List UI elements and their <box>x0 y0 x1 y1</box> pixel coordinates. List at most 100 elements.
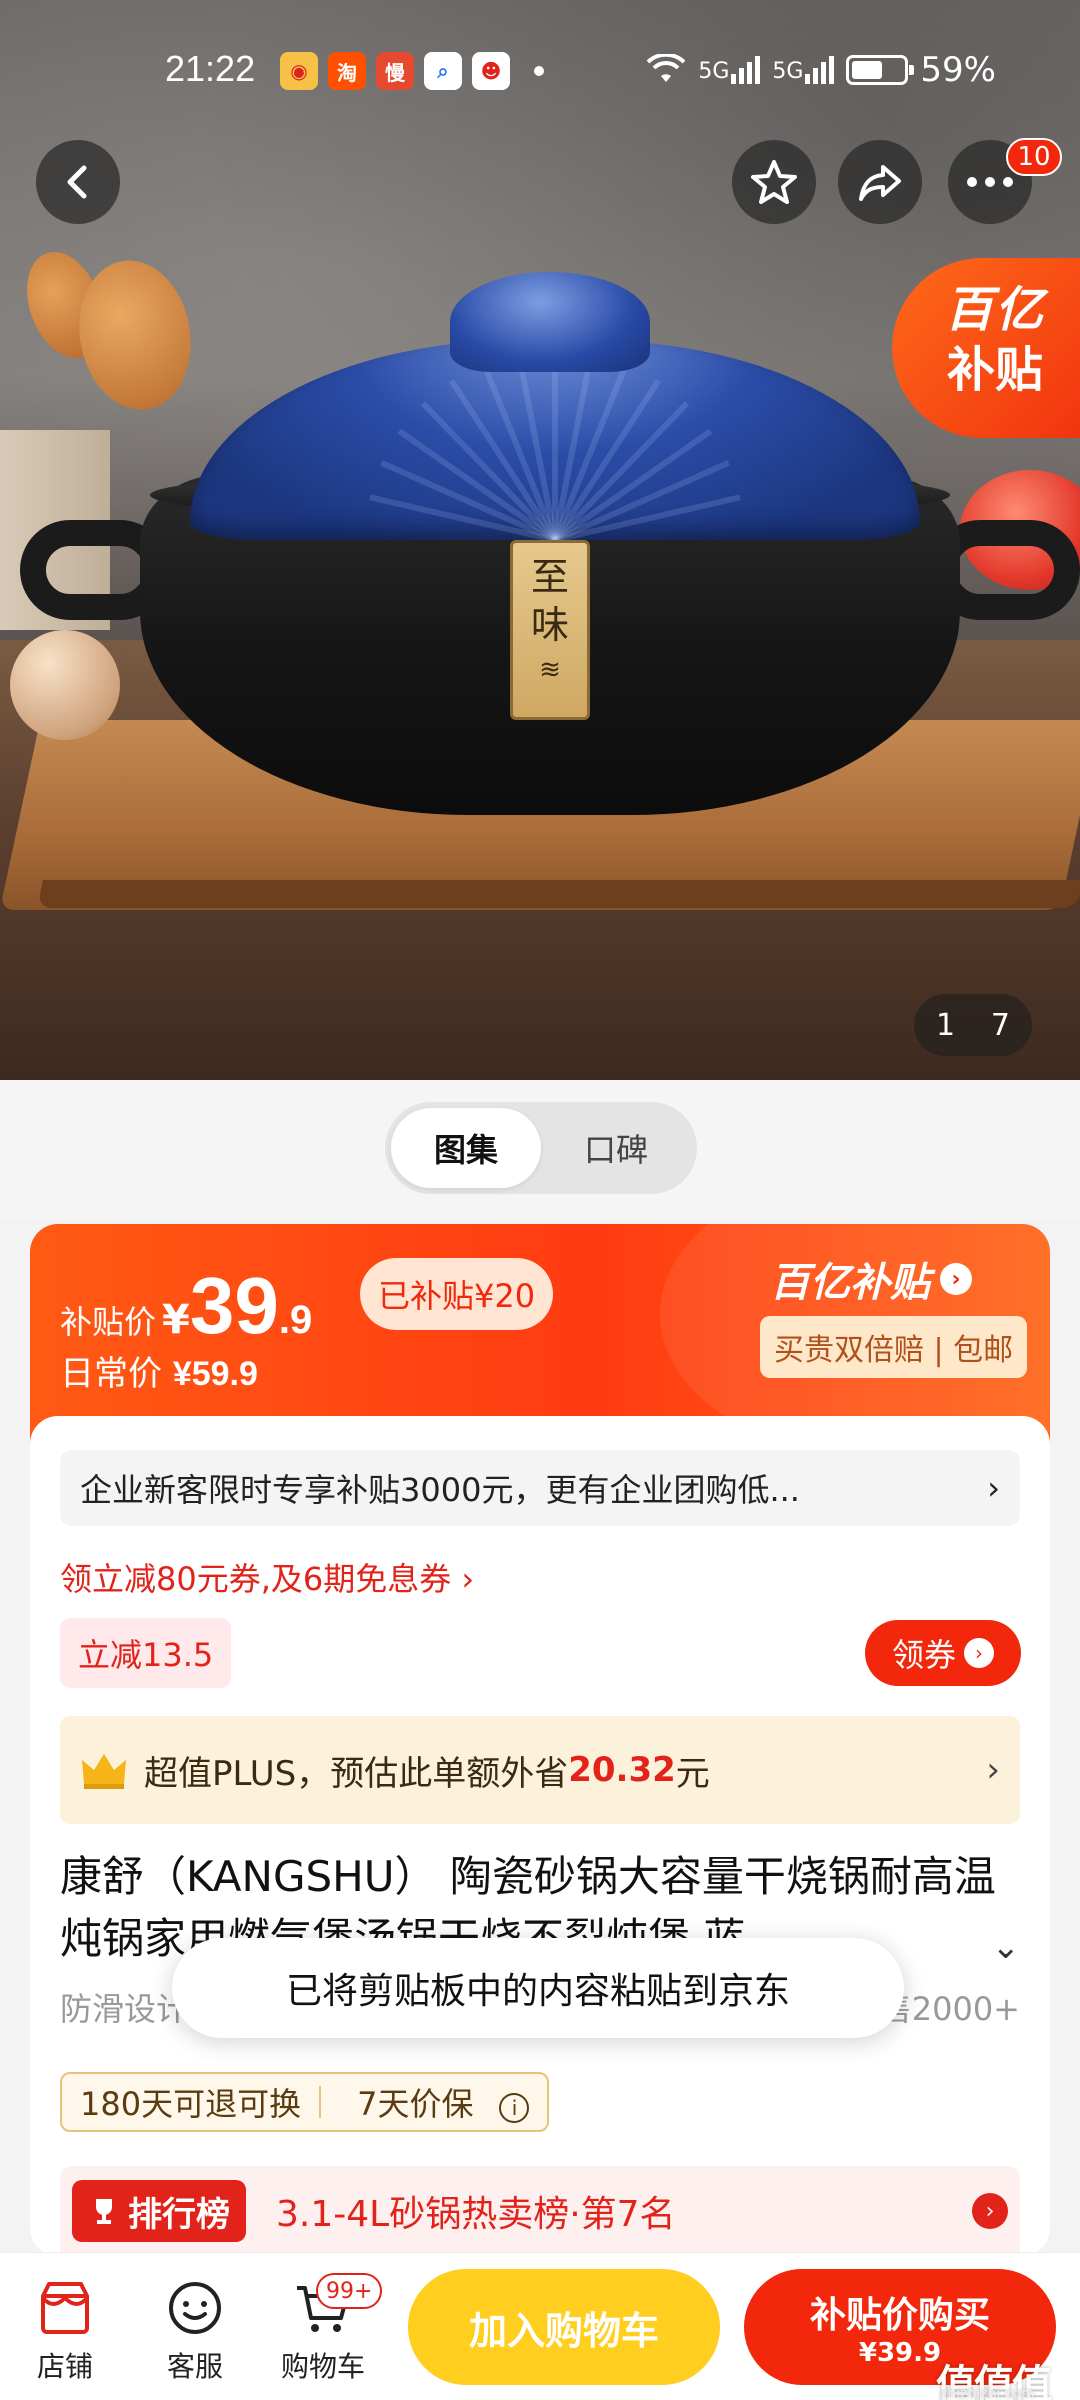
corner-badge-line1: 百亿 <box>944 282 1045 338</box>
pot-brand-label: 至 味 ≋ <box>510 540 590 720</box>
battery-icon <box>846 55 915 85</box>
status-bar: 21:22 ◉ 淘 慢 ⌕ ☻ 5G 5G 59% <box>0 0 1080 120</box>
chevron-left-icon <box>67 165 87 199</box>
daily-price-label: 日常价 <box>60 1354 162 1394</box>
taobao-icon: 淘 <box>328 52 366 90</box>
daily-price: 日常价 ¥59.9 <box>60 1346 258 1395</box>
return-policy-tag: 180天可退可换 <box>80 2085 302 2123</box>
discount-tag: 立减13.5 <box>60 1618 232 1688</box>
store-label: 店铺 <box>36 2350 93 2383</box>
lid-rib <box>552 401 690 540</box>
product-info-card: 企业新客限时专享补贴3000元，更有企业团购低... › 领立减80元券,及6期… <box>30 1416 1050 2256</box>
chevron-right-icon: › <box>940 1263 972 1295</box>
chat-face-icon <box>169 2282 221 2334</box>
network-type: 5G <box>772 59 804 84</box>
chevron-right-icon: › <box>972 2193 1008 2229</box>
star-icon <box>751 160 797 204</box>
share-button[interactable] <box>838 140 922 224</box>
gallery-tabs: 图集 口碑 <box>385 1102 697 1194</box>
clipboard-toast: 已将剪贴板中的内容粘贴到京东 <box>172 1938 904 2038</box>
wave-icon: ≋ <box>539 655 561 685</box>
signal-bars-icon <box>805 56 835 84</box>
lid-rib <box>420 401 558 540</box>
watermark-sub: zhizhizhi.com <box>940 2386 1035 2400</box>
manman-icon: 慢 <box>376 52 414 90</box>
crown-icon <box>82 1754 126 1789</box>
price-protect-tag: 7天价保 i <box>321 2079 547 2125</box>
search-app-icon: ⌕ <box>424 52 462 90</box>
egg <box>10 630 120 740</box>
price-card: 补贴价 ¥ 39 .9 已补贴¥20 日常价 ¥59.9 百亿补贴 › 买贵双倍… <box>30 1224 1050 1444</box>
store-icon <box>41 2282 89 2334</box>
wifi-icon <box>646 54 686 82</box>
chevron-right-icon: › <box>987 1469 1000 1507</box>
info-icon: i <box>499 2093 530 2123</box>
ranking-bar[interactable]: 排行榜 3.1-4L砂锅热卖榜·第7名 › <box>60 2166 1020 2256</box>
clay-pot-knob <box>450 272 650 372</box>
site-watermark: 值值值 zhizhizhi.com <box>936 2352 1080 2400</box>
notification-icons: ◉ 淘 慢 ⌕ ☻ <box>280 52 544 90</box>
signal-2: 5G <box>772 56 835 84</box>
subsidy-brand-link[interactable]: 百亿补贴 › <box>770 1250 972 1308</box>
weibo-icon: ◉ <box>280 52 318 90</box>
customer-service-button[interactable]: 客服 <box>140 2271 250 2385</box>
price-decimal: .9 <box>278 1298 313 1342</box>
enterprise-promo-bar[interactable]: 企业新客限时专享补贴3000元，更有企业团购低... › <box>60 1450 1020 1526</box>
tab-gallery[interactable]: 图集 <box>391 1108 541 1188</box>
cutting-board-edge <box>37 880 1080 908</box>
ranking-text: 3.1-4L砂锅热卖榜·第7名 <box>276 2194 676 2235</box>
jd-icon: ☻ <box>472 52 510 90</box>
chevron-down-icon[interactable]: ⌄ <box>992 1916 1021 1978</box>
daily-price-value: ¥59.9 <box>172 1355 258 1393</box>
coupon-link[interactable]: 领立减80元券,及6期免息券 › <box>60 1554 474 1600</box>
service-tags[interactable]: 180天可退可换 7天价保 i <box>60 2072 550 2132</box>
subsidized-amount-tag: 已补贴¥20 <box>360 1258 554 1330</box>
signal-1: 5G <box>698 56 761 84</box>
enterprise-promo-text: 企业新客限时专享补贴3000元，更有企业团购低... <box>80 1471 800 1509</box>
pot-label-char: 味 <box>530 603 569 647</box>
claim-coupon-label: 领券 <box>891 1636 956 1674</box>
cart-label: 购物车 <box>280 2350 365 2383</box>
more-notifications-dot <box>534 66 544 76</box>
network-type: 5G <box>698 59 730 84</box>
image-counter: 1 7 <box>914 994 1032 1056</box>
chevron-right-icon: › <box>964 1638 994 1668</box>
product-image[interactable]: 至 味 ≋ <box>0 0 1080 1080</box>
price-label: 补贴价 <box>60 1303 157 1341</box>
ranking-badge-label: 排行榜 <box>128 2194 230 2235</box>
guarantee-tag[interactable]: 买贵双倍赔 | 包邮 <box>760 1316 1028 1378</box>
corner-badge-line2: 补贴 <box>946 342 1043 398</box>
share-icon <box>859 165 901 201</box>
image-counter-total: 7 <box>990 1007 1010 1043</box>
plus-savings-amount: 20.32 <box>568 1750 676 1790</box>
bottom-action-bar: 店铺 客服 购物车 99+ 加入购物车 补贴价购买 ¥39.9 <box>0 2252 1080 2400</box>
subsidy-brand-logo: 百亿补贴 <box>770 1260 930 1306</box>
store-button[interactable]: 店铺 <box>10 2271 120 2385</box>
back-button[interactable] <box>36 140 120 224</box>
plus-savings-unit: 元 <box>675 1753 710 1794</box>
message-count-badge: 10 <box>1006 138 1062 176</box>
plus-savings-text: 超值PLUS，预估此单额外省 <box>144 1753 569 1794</box>
claim-coupon-button[interactable]: 领券 › <box>865 1620 1021 1686</box>
status-right: 5G 5G 59% <box>646 50 996 90</box>
cart-count-badge: 99+ <box>316 2273 383 2309</box>
tab-reviews[interactable]: 口碑 <box>541 1108 691 1188</box>
pot-label-char: 至 <box>530 555 569 599</box>
chevron-right-icon: › <box>986 1750 1000 1790</box>
gallery-tabs-area: 图集 口碑 <box>0 1080 1080 1220</box>
more-dots-icon <box>967 177 1013 187</box>
price-protect-label: 7天价保 <box>357 2085 474 2123</box>
battery-percent: 59% <box>920 50 996 90</box>
add-to-cart-button[interactable]: 加入购物车 <box>408 2269 720 2385</box>
subsidy-corner-badge[interactable]: 百亿 补贴 <box>892 258 1080 438</box>
buy-now-price: ¥39.9 <box>858 2338 942 2368</box>
price-currency: ¥ <box>162 1297 190 1343</box>
ranking-badge: 排行榜 <box>72 2180 246 2242</box>
buy-now-label: 补贴价购买 <box>809 2295 990 2336</box>
subsidy-price: 补贴价 ¥ 39 .9 <box>60 1260 312 1352</box>
customer-service-label: 客服 <box>166 2350 223 2383</box>
image-counter-current: 1 <box>936 1007 956 1043</box>
plus-savings-bar[interactable]: 超值PLUS，预估此单额外省 20.32 元 › <box>60 1716 1020 1824</box>
favorite-button[interactable] <box>732 140 816 224</box>
price-integer: 39 <box>189 1261 279 1350</box>
